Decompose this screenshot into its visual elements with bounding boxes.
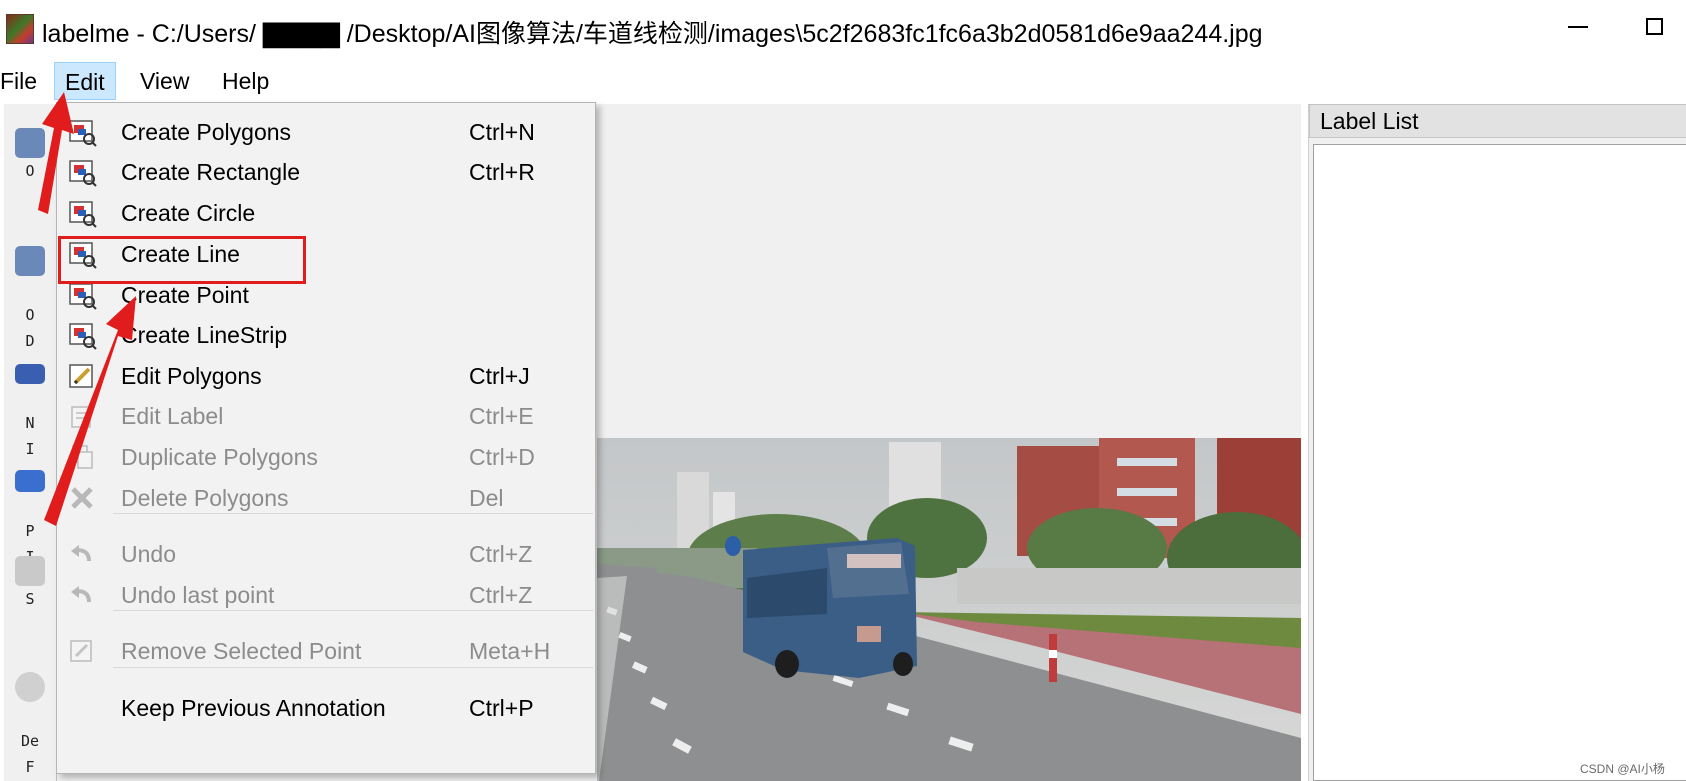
create-shape-icon <box>69 201 97 228</box>
menu-item-label: Keep Previous Annotation <box>121 695 386 721</box>
maximize-icon[interactable] <box>1646 18 1663 35</box>
menu-item-undo[interactable]: Undo Ctrl+Z <box>57 533 595 575</box>
menu-item-create-polygons[interactable]: Create Polygons Ctrl+N <box>57 111 595 153</box>
create-shape-icon <box>69 323 97 350</box>
menu-item-shortcut: Ctrl+J <box>469 363 530 389</box>
toolbar-save-button[interactable]: S <box>4 556 56 612</box>
edit-label-icon <box>71 406 91 428</box>
open-icon <box>15 128 45 158</box>
menu-item-label: Edit Polygons <box>121 363 262 389</box>
menu-item-shortcut: Ctrl+Z <box>469 541 533 567</box>
menu-item-shortcut: Ctrl+D <box>469 444 535 470</box>
edit-icon <box>70 640 92 662</box>
menu-item-label: Remove Selected Point <box>121 638 362 664</box>
menu-item-label: Create LineStrip <box>121 322 288 348</box>
menu-help[interactable]: Help <box>212 62 279 100</box>
menu-edit[interactable]: Edit <box>54 62 116 100</box>
menu-item-shortcut: Ctrl+P <box>469 695 534 721</box>
menu-separator <box>113 610 593 611</box>
toolbar-prev-image-button[interactable]: P I <box>4 444 56 570</box>
menu-view[interactable]: View <box>130 62 199 100</box>
menu-item-duplicate-polygons[interactable]: Duplicate Polygons Ctrl+D <box>57 436 595 478</box>
annotation-highlight-box <box>58 236 306 284</box>
next-image-icon <box>15 364 45 384</box>
menu-item-label: Create Rectangle <box>121 159 300 185</box>
menu-item-create-rectangle[interactable]: Create Rectangle Ctrl+R <box>57 151 595 193</box>
label-list[interactable] <box>1313 144 1686 781</box>
toolbar-delete-file-button[interactable]: De F <box>4 646 56 780</box>
menu-separator <box>113 667 593 668</box>
create-shape-icon <box>69 120 97 147</box>
menu-item-shortcut: Ctrl+E <box>469 403 534 429</box>
menu-item-remove-selected-point[interactable]: Remove Selected Point Meta+H <box>57 630 595 672</box>
prev-image-icon <box>15 470 45 492</box>
menu-item-create-linestrip[interactable]: Create LineStrip <box>57 314 595 356</box>
menu-item-label: Create Point <box>121 282 249 308</box>
menu-item-label: Undo <box>121 541 176 567</box>
menu-item-create-circle[interactable]: Create Circle <box>57 192 595 234</box>
edit-menu-dropdown: Create Polygons Ctrl+N Create Rectangle … <box>56 102 596 774</box>
open-dir-icon <box>15 246 45 276</box>
menu-item-label: Edit Label <box>121 403 224 429</box>
label-list-dock: Label List <box>1308 104 1686 781</box>
menu-separator <box>113 513 593 514</box>
create-shape-icon <box>69 160 97 187</box>
menu-item-edit-polygons[interactable]: Edit Polygons Ctrl+J <box>57 355 595 397</box>
road-scene-image <box>597 438 1301 781</box>
menu-item-shortcut: Del <box>469 485 504 511</box>
labelme-app-icon <box>6 14 34 44</box>
toolbar-save-label: S <box>25 590 35 608</box>
toolbar-open-dir-button[interactable]: O D <box>4 220 56 354</box>
menu-item-label: Undo last point <box>121 582 275 608</box>
edit-icon <box>69 364 93 388</box>
title-bar[interactable]: labelme - C:/Users/ ▇▇▇▇ /Desktop/AI图像算法… <box>0 0 1686 60</box>
undo-icon <box>71 545 91 562</box>
labelme-window: labelme - C:/Users/ ▇▇▇▇ /Desktop/AI图像算法… <box>0 0 1686 781</box>
menu-item-shortcut: Ctrl+R <box>469 159 535 185</box>
menu-file[interactable]: File <box>0 62 47 100</box>
menu-item-shortcut: Ctrl+Z <box>469 582 533 608</box>
label-list-title: Label List <box>1320 108 1419 134</box>
menu-item-label: Duplicate Polygons <box>121 444 318 470</box>
minimize-icon[interactable] <box>1568 26 1588 28</box>
menu-item-edit-label[interactable]: Edit Label Ctrl+E <box>57 395 595 437</box>
menu-item-label: Create Circle <box>121 200 256 226</box>
label-list-title-bar[interactable]: Label List <box>1309 104 1686 138</box>
toolbar-open-button[interactable]: O <box>4 128 56 184</box>
menu-item-keep-previous-annotation[interactable]: Keep Previous Annotation Ctrl+P <box>57 687 595 729</box>
delete-file-icon <box>15 672 45 702</box>
menu-item-label: Create Polygons <box>121 119 292 145</box>
window-title: labelme - C:/Users/ ▇▇▇▇ /Desktop/AI图像算法… <box>42 20 1263 48</box>
menu-item-shortcut: Meta+H <box>469 638 551 664</box>
delete-icon <box>71 487 93 509</box>
toolbar-open-label: O <box>25 162 35 180</box>
left-toolbar: O O D N I P I S De F <box>4 104 56 781</box>
watermark: CSDN @AI小杨 <box>1580 762 1665 776</box>
copy-icon <box>72 445 93 469</box>
toolbar-delete-file-label: De F <box>20 732 40 776</box>
save-icon <box>15 556 45 586</box>
menu-item-shortcut: Ctrl+N <box>469 119 535 145</box>
undo-icon <box>71 586 91 603</box>
menu-bar: File Edit View Help <box>0 60 1686 102</box>
menu-item-label: Delete Polygons <box>121 485 289 511</box>
create-shape-icon <box>69 283 97 310</box>
